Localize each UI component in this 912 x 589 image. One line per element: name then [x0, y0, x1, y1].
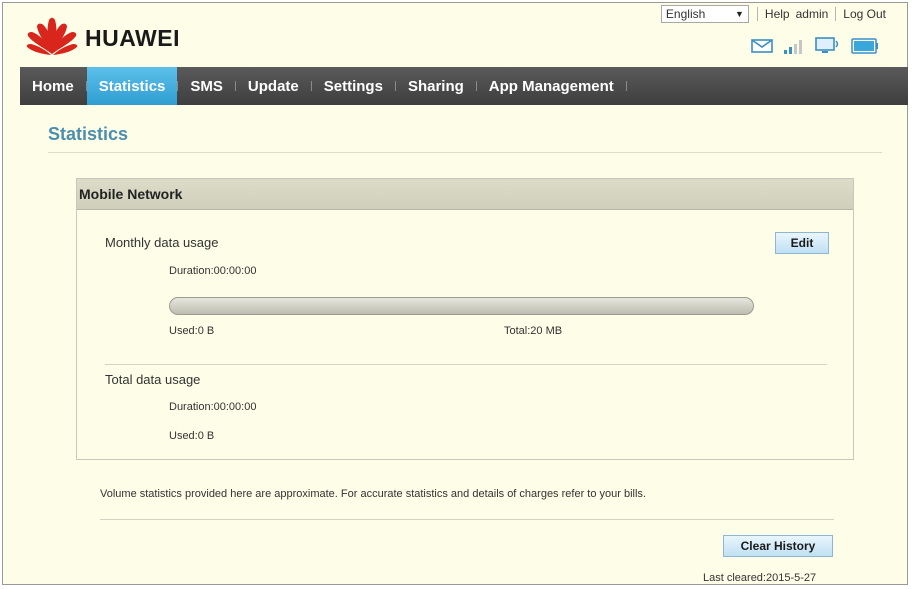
main-nav: Home Statistics SMS Update Settings Shar…	[20, 67, 908, 105]
monthly-used: Used:0 B	[169, 325, 215, 337]
clear-history-button[interactable]: Clear History	[723, 535, 833, 557]
edit-button[interactable]: Edit	[775, 232, 829, 254]
signal-strength-icon	[784, 40, 802, 54]
total-duration: Duration:00:00:00	[169, 401, 257, 413]
language-select[interactable]: English ▼	[660, 5, 749, 23]
nav-home[interactable]: Home	[20, 67, 86, 105]
chevron-down-icon: ▼	[735, 9, 744, 19]
username-link[interactable]: admin	[796, 7, 829, 21]
total-used: Used:0 B	[169, 430, 215, 442]
brand-name: HUAWEI	[85, 24, 180, 51]
monthly-usage-label: Monthly data usage	[105, 235, 219, 250]
monthly-total: Total:20 MB	[504, 325, 563, 337]
mobile-network-panel: Mobile Network Monthly data usage Edit D…	[76, 178, 854, 460]
nav-statistics[interactable]: Statistics	[86, 67, 178, 105]
footer-divider	[100, 519, 834, 520]
nav-sharing[interactable]: Sharing	[396, 67, 476, 105]
status-icons	[751, 37, 879, 55]
battery-icon	[851, 38, 878, 54]
huawei-flower-icon	[26, 17, 78, 55]
huawei-logo: HUAWEI	[25, 13, 195, 59]
logout-link[interactable]: Log Out	[843, 7, 886, 21]
total-usage-label: Total data usage	[105, 372, 201, 387]
nav-update[interactable]: Update	[236, 67, 311, 105]
mail-icon[interactable]	[751, 39, 773, 53]
nav-app-management[interactable]: App Management	[477, 67, 626, 105]
divider	[835, 7, 837, 21]
page-title: Statistics	[48, 124, 129, 144]
panel-divider	[105, 364, 827, 365]
page-frame: HUAWEI English ▼ Help admin Log Out Home…	[2, 2, 908, 585]
nav-divider	[625, 81, 627, 91]
panel-title: Mobile Network	[77, 179, 853, 210]
language-value: English	[665, 7, 706, 21]
help-link[interactable]: Help	[765, 7, 790, 21]
last-cleared-text: Last cleared:2015-5-27	[703, 572, 817, 584]
monthly-usage-progress-bar	[169, 297, 754, 315]
top-bar: English ▼ Help admin Log Out	[660, 5, 889, 23]
statistics-disclaimer: Volume statistics provided here are appr…	[100, 488, 646, 500]
title-divider	[48, 152, 882, 153]
monthly-duration: Duration:00:00:00	[169, 265, 257, 277]
nav-sms[interactable]: SMS	[178, 67, 235, 105]
network-device-icon	[815, 37, 839, 53]
divider	[756, 7, 758, 21]
nav-settings[interactable]: Settings	[312, 67, 395, 105]
